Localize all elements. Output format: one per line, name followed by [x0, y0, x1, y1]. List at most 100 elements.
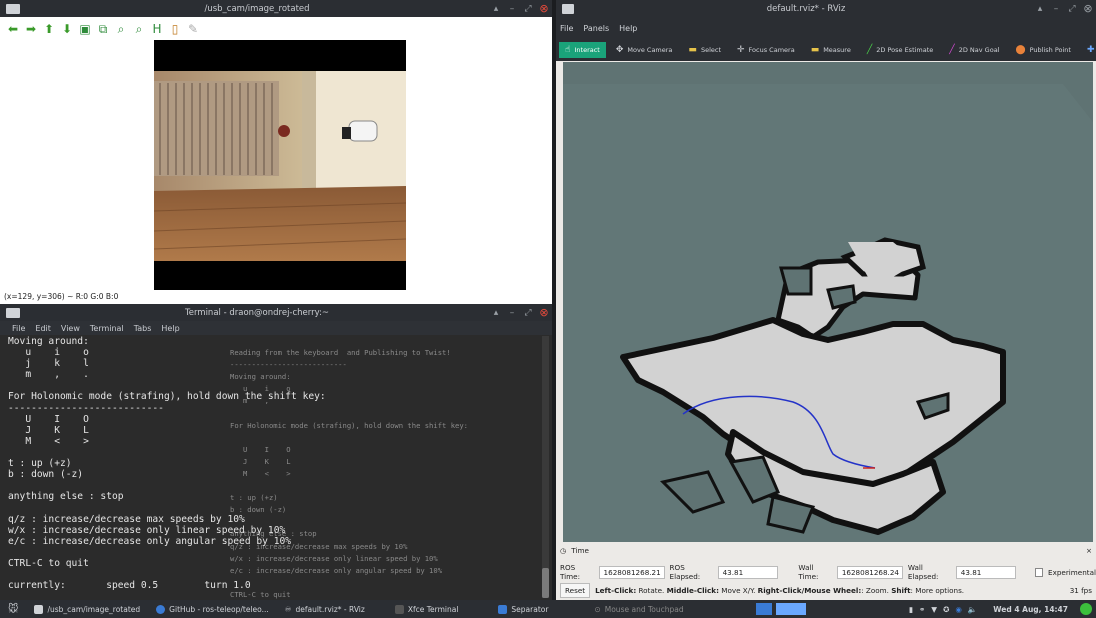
- tool-label: Focus Camera: [748, 46, 795, 54]
- system-tray: ▮ ⚭ ▼ ✪ ◉ 🔈: [901, 605, 985, 614]
- tool-label: Measure: [823, 46, 851, 54]
- clock[interactable]: Wed 4 Aug, 14:47: [985, 605, 1076, 614]
- whisker-menu-button[interactable]: 🐭: [0, 604, 26, 615]
- menu-edit[interactable]: Edit: [35, 324, 51, 333]
- menu-terminal[interactable]: Terminal: [90, 324, 124, 333]
- tool-measure[interactable]: ▬ Measure: [805, 42, 857, 58]
- terminal-window: Terminal - draon@ondrej-cherry:~ ▴ – ⤢ ⊗…: [0, 304, 552, 600]
- battery-icon[interactable]: ▮: [909, 605, 913, 614]
- window-title: Terminal - draon@ondrej-cherry:~: [184, 307, 330, 318]
- task-browser[interactable]: GitHub - ros-teleop/teleo...: [148, 604, 277, 614]
- image-icon[interactable]: ▣: [78, 22, 92, 36]
- tool-pose-estimate[interactable]: ╱ 2D Pose Estimate: [861, 42, 939, 58]
- task-separator[interactable]: Separator: [490, 604, 556, 614]
- image-view-titlebar[interactable]: /usb_cam/image_rotated ▴ – ⤢ ⊗: [0, 0, 552, 17]
- mouse-icon: ⊙: [594, 604, 601, 614]
- chrome-tray-icon[interactable]: ◉: [955, 605, 962, 614]
- arrow-right-icon[interactable]: ➡: [24, 22, 38, 36]
- experimental-checkbox[interactable]: [1034, 567, 1044, 577]
- minimize-icon[interactable]: ▴: [488, 308, 504, 318]
- close-panel-icon[interactable]: ×: [1086, 546, 1092, 555]
- save-icon[interactable]: H: [150, 22, 164, 36]
- maximize-icon[interactable]: ⤢: [520, 4, 536, 14]
- menu-file[interactable]: File: [560, 24, 573, 33]
- restore-icon[interactable]: –: [1048, 4, 1064, 14]
- arrow-down-icon[interactable]: ⬇: [60, 22, 74, 36]
- task-image-view[interactable]: /usb_cam/image_rotated: [26, 604, 148, 614]
- tool-label: Interact: [574, 46, 600, 54]
- tool-focus-camera[interactable]: ✛ Focus Camera: [731, 42, 801, 58]
- arrow-up-icon[interactable]: ⬆: [42, 22, 56, 36]
- tool-interact[interactable]: ☝ Interact: [559, 42, 606, 58]
- wall-time-field[interactable]: 1628081268.24: [836, 565, 903, 579]
- brush-icon[interactable]: ✎: [186, 22, 200, 36]
- menu-help[interactable]: Help: [619, 24, 637, 33]
- zoom-out-icon[interactable]: ⌕: [132, 22, 146, 36]
- task-terminal[interactable]: Xfce Terminal: [387, 604, 467, 614]
- fit-icon[interactable]: ⧉: [96, 22, 110, 36]
- ros-elapsed-field[interactable]: 43.81: [717, 565, 778, 579]
- terminal-output[interactable]: Moving around: u i o j k l m , . For Hol…: [8, 336, 538, 591]
- workspace-2[interactable]: [772, 603, 806, 615]
- rviz-menubar: File Panels Help: [556, 17, 1096, 39]
- terminal-scrollbar[interactable]: [542, 336, 549, 598]
- image-view-icon: [34, 604, 44, 614]
- clipboard-icon[interactable]: ▯: [168, 22, 182, 36]
- maximize-icon[interactable]: ⤢: [520, 308, 536, 318]
- close-icon[interactable]: ⊗: [536, 2, 552, 15]
- pixel-status: (x=129, y=306) ~ R:0 G:0 B:0: [4, 292, 119, 301]
- terminal-menubar: File Edit View Terminal Tabs Help: [0, 321, 552, 335]
- image-view-window: /usb_cam/image_rotated ▴ – ⤢ ⊗ ⬅ ➡ ⬆ ⬇ ▣…: [0, 0, 552, 304]
- terminal-titlebar[interactable]: Terminal - draon@ondrej-cherry:~ ▴ – ⤢ ⊗: [0, 304, 552, 321]
- tool-move-camera[interactable]: ✥ Move Camera: [610, 42, 679, 58]
- select-icon: ▬: [688, 45, 697, 55]
- ros-time-label: ROS Time:: [560, 563, 581, 581]
- wall-elapsed-label: Wall Elapsed:: [907, 563, 939, 581]
- ros-time-field[interactable]: 1628081268.21: [598, 565, 665, 579]
- task-rviz[interactable]: ♾ default.rviz* - RViz: [277, 605, 373, 614]
- task-label: Mouse and Touchpad: [604, 604, 684, 614]
- pose-estimate-icon: ╱: [866, 45, 873, 55]
- rviz-icon: ♾: [284, 604, 292, 614]
- minimize-icon[interactable]: ▴: [1032, 4, 1048, 14]
- task-label: /usb_cam/image_rotated: [47, 604, 141, 614]
- tool-label: 2D Nav Goal: [958, 46, 1000, 54]
- xfce-logo-icon: 🐭: [8, 603, 19, 615]
- terminal-scroll-thumb[interactable]: [542, 568, 549, 598]
- tool-select[interactable]: ▬ Select: [682, 42, 727, 58]
- close-icon[interactable]: ⊗: [536, 306, 552, 319]
- update-icon[interactable]: [1076, 603, 1096, 615]
- restore-icon[interactable]: –: [504, 4, 520, 14]
- tool-label: Publish Point: [1029, 46, 1071, 54]
- reset-button[interactable]: Reset: [560, 583, 591, 598]
- bluetooth-icon[interactable]: ✪: [943, 605, 949, 614]
- task-label: default.rviz* - RViz: [295, 604, 365, 614]
- plus-icon: ✚: [1086, 45, 1095, 55]
- wall-time-label: Wall Time:: [798, 563, 819, 581]
- wifi-icon[interactable]: ▼: [931, 605, 937, 614]
- tool-nav-goal[interactable]: ╱ 2D Nav Goal: [943, 42, 1005, 58]
- menu-tabs[interactable]: Tabs: [134, 324, 152, 333]
- tool-publish-point[interactable]: ⬤ Publish Point: [1010, 42, 1077, 58]
- restore-icon[interactable]: –: [504, 308, 520, 318]
- 3d-viewport[interactable]: [563, 62, 1093, 542]
- network-icon[interactable]: ⚭: [919, 605, 925, 614]
- volume-icon[interactable]: 🔈: [968, 605, 977, 614]
- menu-view[interactable]: View: [61, 324, 80, 333]
- menu-panels[interactable]: Panels: [583, 24, 609, 33]
- arrow-left-icon[interactable]: ⬅: [6, 22, 20, 36]
- workspace-1[interactable]: [755, 603, 772, 615]
- menu-help[interactable]: Help: [161, 324, 179, 333]
- menu-file[interactable]: File: [12, 324, 25, 333]
- close-icon[interactable]: ⊗: [1080, 2, 1096, 15]
- add-tool-button[interactable]: ✚: [1081, 42, 1096, 58]
- task-mouse[interactable]: ⊙ Mouse and Touchpad: [586, 605, 691, 614]
- zoom-in-icon[interactable]: ⌕: [114, 22, 128, 36]
- rviz-titlebar[interactable]: default.rviz* - RViz ▴ – ⤢ ⊗: [556, 0, 1096, 17]
- minimize-icon[interactable]: ▴: [488, 4, 504, 14]
- wall-elapsed-field[interactable]: 43.81: [955, 565, 1016, 579]
- maximize-icon[interactable]: ⤢: [1064, 4, 1080, 14]
- experimental-label: Experimental: [1048, 567, 1096, 577]
- fps-readout: 31 fps: [1069, 586, 1092, 595]
- app-icon: [6, 3, 20, 14]
